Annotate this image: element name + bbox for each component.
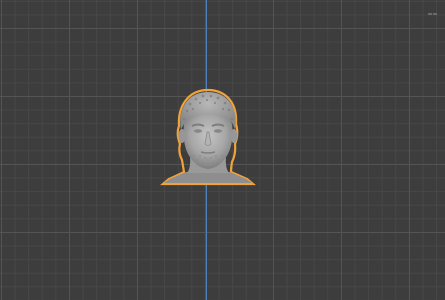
left-ear [178,129,186,143]
3d-viewport[interactable] [0,0,445,300]
viewport-corner-marks [427,0,439,15]
right-ear [230,129,238,143]
left-eye [194,129,202,133]
right-eye [214,129,222,133]
head-mesh-object[interactable] [160,86,256,186]
neck-base [164,172,252,183]
